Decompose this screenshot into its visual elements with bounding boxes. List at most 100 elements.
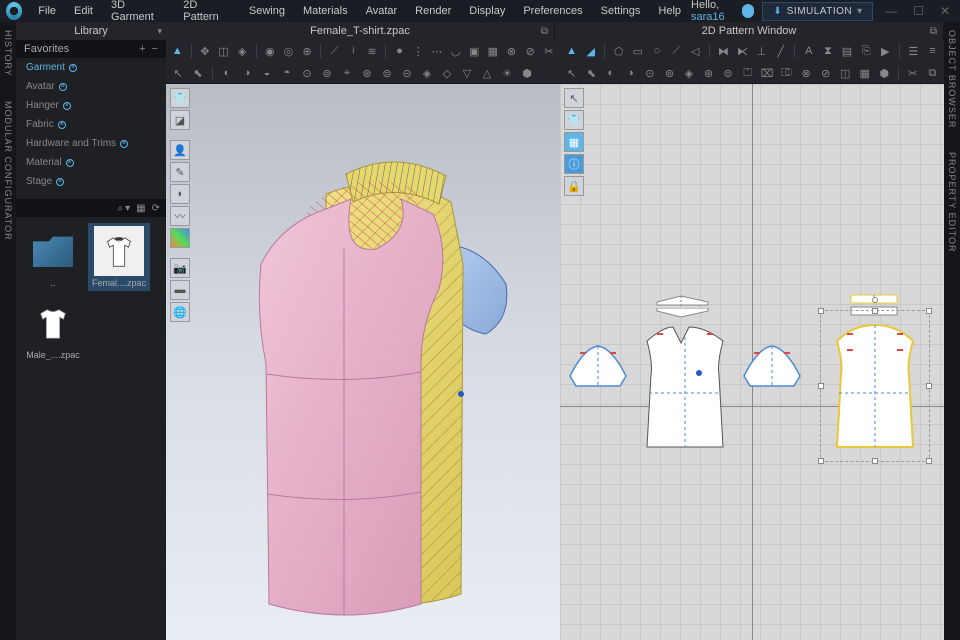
view-grid-icon[interactable]: ▦ — [136, 203, 145, 214]
tool-layer-icon[interactable]: ☰ — [906, 43, 921, 59]
tool-c16-icon[interactable]: ▦ — [857, 65, 873, 81]
tool-piping-icon[interactable]: ⊗ — [504, 43, 519, 59]
tool-move-icon[interactable]: ✥ — [198, 43, 213, 59]
vt-globe-icon[interactable]: 🌐 — [170, 302, 190, 322]
menu-settings[interactable]: Settings — [593, 2, 649, 20]
tool-b13-icon[interactable]: ▽ — [459, 65, 475, 81]
tool-c14-icon[interactable]: ⊘ — [818, 65, 834, 81]
tool-texture-icon[interactable]: ▦ — [486, 43, 501, 59]
remove-favorite-icon[interactable]: − — [152, 43, 158, 55]
tool-c13-icon[interactable]: ⊗ — [798, 65, 814, 81]
tool-notch-icon[interactable]: ⊥ — [754, 43, 769, 59]
tool-internal-line-icon[interactable]: ⟋ — [669, 43, 684, 59]
menu-preferences[interactable]: Preferences — [515, 2, 590, 20]
tool-b8-icon[interactable]: ⊛ — [359, 65, 375, 81]
tool-b10-icon[interactable]: ⊝ — [399, 65, 415, 81]
menu-edit[interactable]: Edit — [66, 2, 101, 20]
tool-b15-icon[interactable]: ☀ — [499, 65, 515, 81]
vt-silhouette-icon[interactable]: ◗ — [170, 184, 190, 204]
rail-property-editor[interactable]: PROPERTY EDITOR — [944, 144, 960, 261]
tool-lasso-icon[interactable]: ◫ — [216, 43, 231, 59]
vt-avatar-icon[interactable]: 👤 — [170, 140, 190, 160]
category-stage[interactable]: Stage× — [16, 172, 166, 191]
vt-toggle-icon[interactable]: ◪ — [170, 110, 190, 130]
app-logo[interactable] — [6, 2, 22, 20]
rail-history[interactable]: HISTORY — [0, 22, 16, 85]
tab-3d-file[interactable]: Female_T-shirt.zpac ⧉ — [166, 22, 555, 40]
vt-camera-icon[interactable]: 📷 — [170, 258, 190, 278]
vt-pen-icon[interactable]: ✎ — [170, 162, 190, 182]
tool-sewing-icon[interactable]: ⧓ — [716, 43, 731, 59]
tool-b3-icon[interactable]: ◒ — [259, 65, 275, 81]
rail-object-browser[interactable]: OBJECT BROWSER — [944, 22, 960, 136]
vt-ground-icon[interactable]: ▬ — [170, 280, 190, 300]
tool-measure-icon[interactable]: ⟊ — [346, 43, 361, 59]
tool-b5-icon[interactable]: ⊙ — [299, 65, 315, 81]
tool-gizmo-icon[interactable]: ◈ — [235, 43, 250, 59]
tool-fold-icon[interactable]: ⟋ — [327, 43, 342, 59]
tool-cursor-icon[interactable]: ⬉ — [190, 65, 206, 81]
thumb-female-tshirt[interactable]: Femal....zpac — [88, 223, 150, 291]
vt2-lock-icon[interactable]: 🔒 — [564, 176, 584, 196]
pattern-sleeve-right[interactable] — [740, 342, 804, 392]
add-favorite-icon[interactable]: + — [139, 43, 145, 55]
remove-icon[interactable]: × — [66, 159, 74, 167]
search-box[interactable]: ⌕▾ — [118, 203, 131, 214]
tool-zipper-icon[interactable]: ⋮ — [411, 43, 426, 59]
vt2-cursor-icon[interactable]: ↖ — [564, 88, 584, 108]
tool-c18-icon[interactable]: ✂ — [905, 65, 921, 81]
category-hardware-trims[interactable]: Hardware and Trims× — [16, 134, 166, 153]
tool-arrow-icon[interactable]: ↖ — [170, 65, 186, 81]
tool-rectangle-icon[interactable]: ▭ — [630, 43, 645, 59]
window-minimize[interactable]: — — [881, 2, 901, 20]
popout-icon[interactable]: ⧉ — [930, 26, 937, 37]
thumb-male-tshirt[interactable]: Male_....zpac — [22, 295, 84, 363]
tool-symm-icon[interactable]: ⧗ — [820, 43, 835, 59]
pattern-collar-left[interactable] — [655, 294, 710, 306]
tool-seam-icon[interactable]: ◡ — [448, 43, 463, 59]
tab-2d-pattern[interactable]: 2D Pattern Window ⧉ — [555, 22, 944, 40]
category-avatar[interactable]: Avatar× — [16, 77, 166, 96]
tool-c15-icon[interactable]: ◫ — [837, 65, 853, 81]
tool-free-sewing-icon[interactable]: ⧔ — [735, 43, 750, 59]
viewport-3d[interactable]: 👕 ◪ 👤 ✎ ◗ 〰 📷 ▬ 🌐 — [166, 84, 560, 640]
vt2-shirt-icon[interactable]: 👕 — [564, 110, 584, 130]
pattern-body-front[interactable] — [635, 319, 735, 454]
tool-b1-icon[interactable]: ◐ — [219, 65, 235, 81]
tool-dart-icon[interactable]: ◁ — [688, 43, 703, 59]
menu-avatar[interactable]: Avatar — [358, 2, 406, 20]
vt-shirt-icon[interactable]: 👕 — [170, 88, 190, 108]
tool-b14-icon[interactable]: △ — [479, 65, 495, 81]
tool-c4-icon[interactable]: ◑ — [623, 65, 639, 81]
tool-c2-icon[interactable]: ⬉ — [584, 65, 600, 81]
remove-icon[interactable]: × — [120, 140, 128, 148]
tool-select-3d[interactable]: ▲ — [170, 43, 185, 59]
category-hanger[interactable]: Hanger× — [16, 96, 166, 115]
tool-c17-icon[interactable]: ⬢ — [877, 65, 893, 81]
tool-grading-icon[interactable]: ▤ — [839, 43, 854, 59]
popout-icon[interactable]: ⧉ — [541, 26, 548, 37]
rail-modular-configurator[interactable]: MODULAR CONFIGURATOR — [0, 93, 16, 249]
window-close[interactable]: ✕ — [936, 2, 954, 20]
tool-copy-icon[interactable]: ⎘ — [859, 43, 874, 59]
tool-pin-icon[interactable]: ◉ — [262, 43, 277, 59]
tool-c5-icon[interactable]: ⊙ — [642, 65, 658, 81]
tool-binding-icon[interactable]: ⊘ — [523, 43, 538, 59]
remove-icon[interactable]: × — [56, 178, 64, 186]
tool-b11-icon[interactable]: ◈ — [419, 65, 435, 81]
tool-c1-icon[interactable]: ↖ — [564, 65, 580, 81]
tool-b6-icon[interactable]: ⊚ — [319, 65, 335, 81]
menu-materials[interactable]: Materials — [295, 2, 356, 20]
tool-video-icon[interactable]: ▶ — [878, 43, 893, 59]
viewport-2d[interactable]: ↖ 👕 ▦ ⓘ 🔒 — [560, 84, 944, 640]
menu-display[interactable]: Display — [461, 2, 513, 20]
category-fabric[interactable]: Fabric× — [16, 115, 166, 134]
tool-b4-icon[interactable]: ◓ — [279, 65, 295, 81]
tool-circle-icon[interactable]: ○ — [649, 43, 664, 59]
tool-edit-pattern[interactable]: ◢ — [583, 43, 598, 59]
tool-polygon-icon[interactable]: ⬠ — [611, 43, 626, 59]
tool-c3-icon[interactable]: ◐ — [603, 65, 619, 81]
window-maximize[interactable]: ☐ — [909, 2, 928, 20]
pattern-sleeve-left[interactable] — [566, 342, 630, 392]
tool-c7-icon[interactable]: ◈ — [681, 65, 697, 81]
